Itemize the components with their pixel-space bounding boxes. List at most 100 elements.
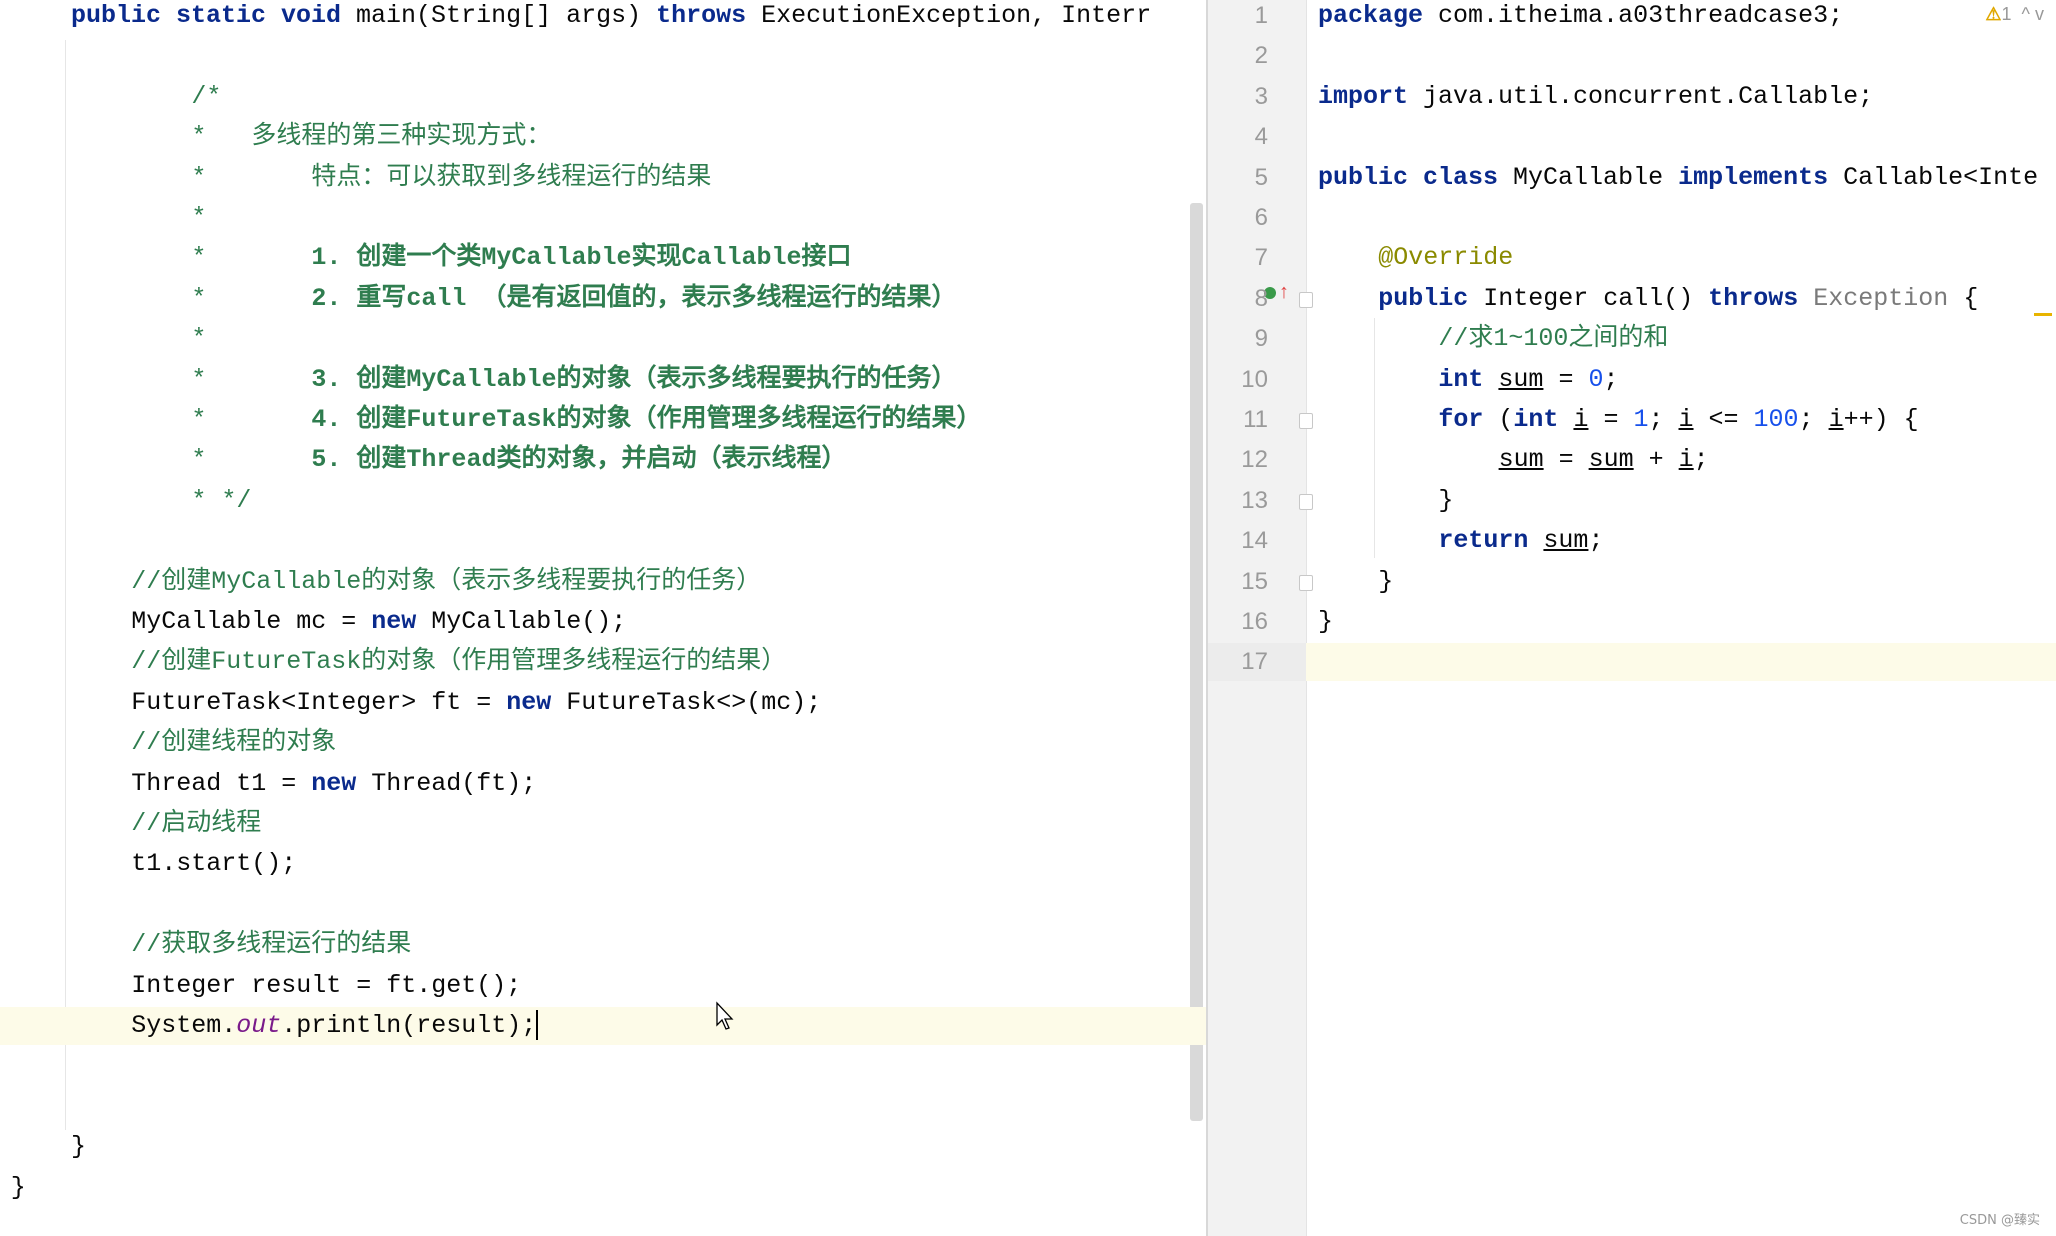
indent-guide [1374, 318, 1375, 558]
code-token: //求1~100之间的和 [1438, 324, 1669, 354]
line-number: 12 [1241, 446, 1268, 474]
code-line[interactable]: //创建线程的对象 [131, 723, 336, 763]
code-line[interactable]: import java.util.concurrent.Callable; [1318, 77, 1873, 117]
code-token: 0 [1588, 364, 1604, 394]
code-token: //创建FutureTask的对象（作用管理多线程运行的结果） [131, 647, 787, 677]
code-token: * [191, 364, 312, 394]
code-token: + [1633, 445, 1679, 475]
code-line[interactable]: /* [191, 77, 221, 117]
code-line[interactable]: } [71, 1127, 86, 1167]
code-token: main(String[] args) [356, 1, 657, 30]
code-line[interactable]: * 5. 创建Thread类的对象，并启动（表示线程） [191, 440, 846, 480]
code-line[interactable]: //启动线程 [131, 804, 261, 844]
code-line[interactable]: public static void main(String[] args) t… [71, 0, 1151, 36]
code-line[interactable]: MyCallable mc = new MyCallable(); [131, 602, 626, 642]
code-token: public [1378, 283, 1469, 313]
editor-scrollbar[interactable] [1190, 203, 1203, 1121]
line-number: 3 [1254, 82, 1268, 110]
code-token: //创建MyCallable的对象（表示多线程要执行的任务） [131, 566, 762, 596]
line-number: 2 [1254, 42, 1268, 70]
warning-stripe-marker[interactable] [2034, 313, 2052, 316]
code-token: Integer call() [1468, 283, 1709, 313]
line-number: 16 [1241, 608, 1268, 635]
main-editor-pane[interactable]: public static void main(String[] args) t… [0, 0, 1206, 1236]
code-line[interactable]: * 4. 创建FutureTask的对象（作用管理多线程运行的结果） [191, 400, 981, 440]
code-line[interactable]: * 2. 重写call （是有返回值的，表示多线程运行的结果） [191, 279, 956, 319]
code-line[interactable]: @Override [1378, 238, 1513, 278]
code-line[interactable]: } [1378, 562, 1393, 602]
indent-guide [65, 40, 66, 1130]
code-line[interactable]: //创建MyCallable的对象（表示多线程要执行的任务） [131, 562, 761, 602]
code-line[interactable]: FutureTask<Integer> ft = new FutureTask<… [131, 683, 821, 723]
line-number: 5 [1254, 163, 1268, 191]
code-line[interactable]: * 1. 创建一个类MyCallable实现Callable接口 [191, 238, 851, 278]
code-line[interactable]: public class MyCallable implements Calla… [1318, 158, 2038, 198]
code-token: return [1438, 526, 1529, 556]
line-number: 11 [1243, 406, 1268, 433]
code-token: * [191, 203, 207, 232]
line-number: 10 [1241, 365, 1268, 393]
code-token: for [1438, 405, 1484, 434]
code-line[interactable]: sum = sum + i; [1499, 440, 1709, 480]
code-token: 100 [1753, 405, 1799, 434]
inspection-indicator[interactable]: ⚠1 ^ v [1985, 4, 2044, 25]
code-token: MyCallable [1513, 162, 1679, 192]
code-token: out [236, 1011, 282, 1040]
code-token: sum [1498, 364, 1544, 394]
code-token: com.itheima.a03threadcase3; [1423, 1, 1844, 30]
code-token: 1. 创建一个类MyCallable实现Callable接口 [311, 243, 852, 273]
code-token: i [1573, 405, 1589, 434]
code-token: ; [1603, 364, 1619, 394]
code-token: t1.start(); [131, 849, 297, 879]
code-line[interactable]: //求1~100之间的和 [1438, 319, 1668, 359]
code-line[interactable]: for (int i = 1; i <= 100; i++) { [1438, 400, 1918, 440]
code-token: ; [1648, 405, 1679, 434]
fold-toggle-icon[interactable] [1299, 493, 1313, 510]
code-token: new [506, 687, 552, 717]
line-number: 17 [1241, 648, 1268, 676]
code-line[interactable]: * 多线程的第三种实现方式： [191, 117, 551, 157]
code-line[interactable]: int sum = 0; [1438, 360, 1618, 400]
code-token: implements [1678, 162, 1829, 192]
code-line[interactable]: * [191, 319, 206, 359]
code-line[interactable]: * 特点：可以获取到多线程运行的结果 [191, 158, 711, 198]
chevron-down-icon[interactable]: v [2035, 4, 2044, 24]
code-line[interactable]: Integer result = ft.get(); [131, 966, 521, 1006]
code-line[interactable]: //获取多线程运行的结果 [131, 925, 411, 965]
code-line[interactable]: * */ [191, 481, 251, 521]
code-token: i [1678, 445, 1694, 475]
code-line[interactable]: } [1318, 602, 1333, 642]
code-line[interactable]: System.out.println(result); [131, 1006, 539, 1046]
mouse-pointer-icon [716, 1001, 734, 1030]
code-token: <= [1693, 405, 1754, 434]
fold-toggle-icon[interactable] [1299, 413, 1313, 429]
code-line[interactable]: t1.start(); [131, 844, 296, 884]
line-number: 8 [1254, 284, 1268, 312]
fold-toggle-icon[interactable] [1299, 574, 1313, 591]
code-line[interactable]: } [11, 1168, 26, 1208]
code-token: * [191, 445, 312, 475]
code-token: sum [1498, 445, 1544, 475]
chevron-up-icon[interactable]: ^ [2022, 4, 2030, 24]
code-token: java.util.concurrent.Callable; [1408, 81, 1874, 111]
code-token: package [1318, 1, 1424, 30]
code-line[interactable]: * [191, 198, 206, 238]
code-line[interactable]: public Integer call() throws Exception { [1378, 279, 1978, 319]
fold-toggle-icon[interactable] [1299, 291, 1313, 308]
code-line[interactable]: Thread t1 = new Thread(ft); [131, 764, 536, 804]
code-token: ExecutionException, Interr [746, 1, 1152, 30]
code-line[interactable]: //创建FutureTask的对象（作用管理多线程运行的结果） [131, 642, 786, 682]
code-token: Thread t1 = [131, 768, 312, 798]
line-number: 15 [1241, 567, 1268, 595]
code-token: ; [1693, 445, 1709, 475]
code-line[interactable]: } [1438, 481, 1453, 521]
code-token: throws [1708, 283, 1799, 313]
code-line[interactable]: * 3. 创建MyCallable的对象（表示多线程要执行的任务） [191, 360, 956, 400]
code-line[interactable]: return sum; [1438, 521, 1603, 561]
code-token: } [71, 1132, 87, 1162]
mycallable-editor-pane[interactable]: ⚠1 ^ v ↑ 1 package com.itheima.a03threadc… [1206, 0, 2056, 1236]
code-line[interactable]: package com.itheima.a03threadcase3; [1318, 0, 1843, 36]
code-token: FutureTask<Integer> ft = [131, 687, 507, 717]
